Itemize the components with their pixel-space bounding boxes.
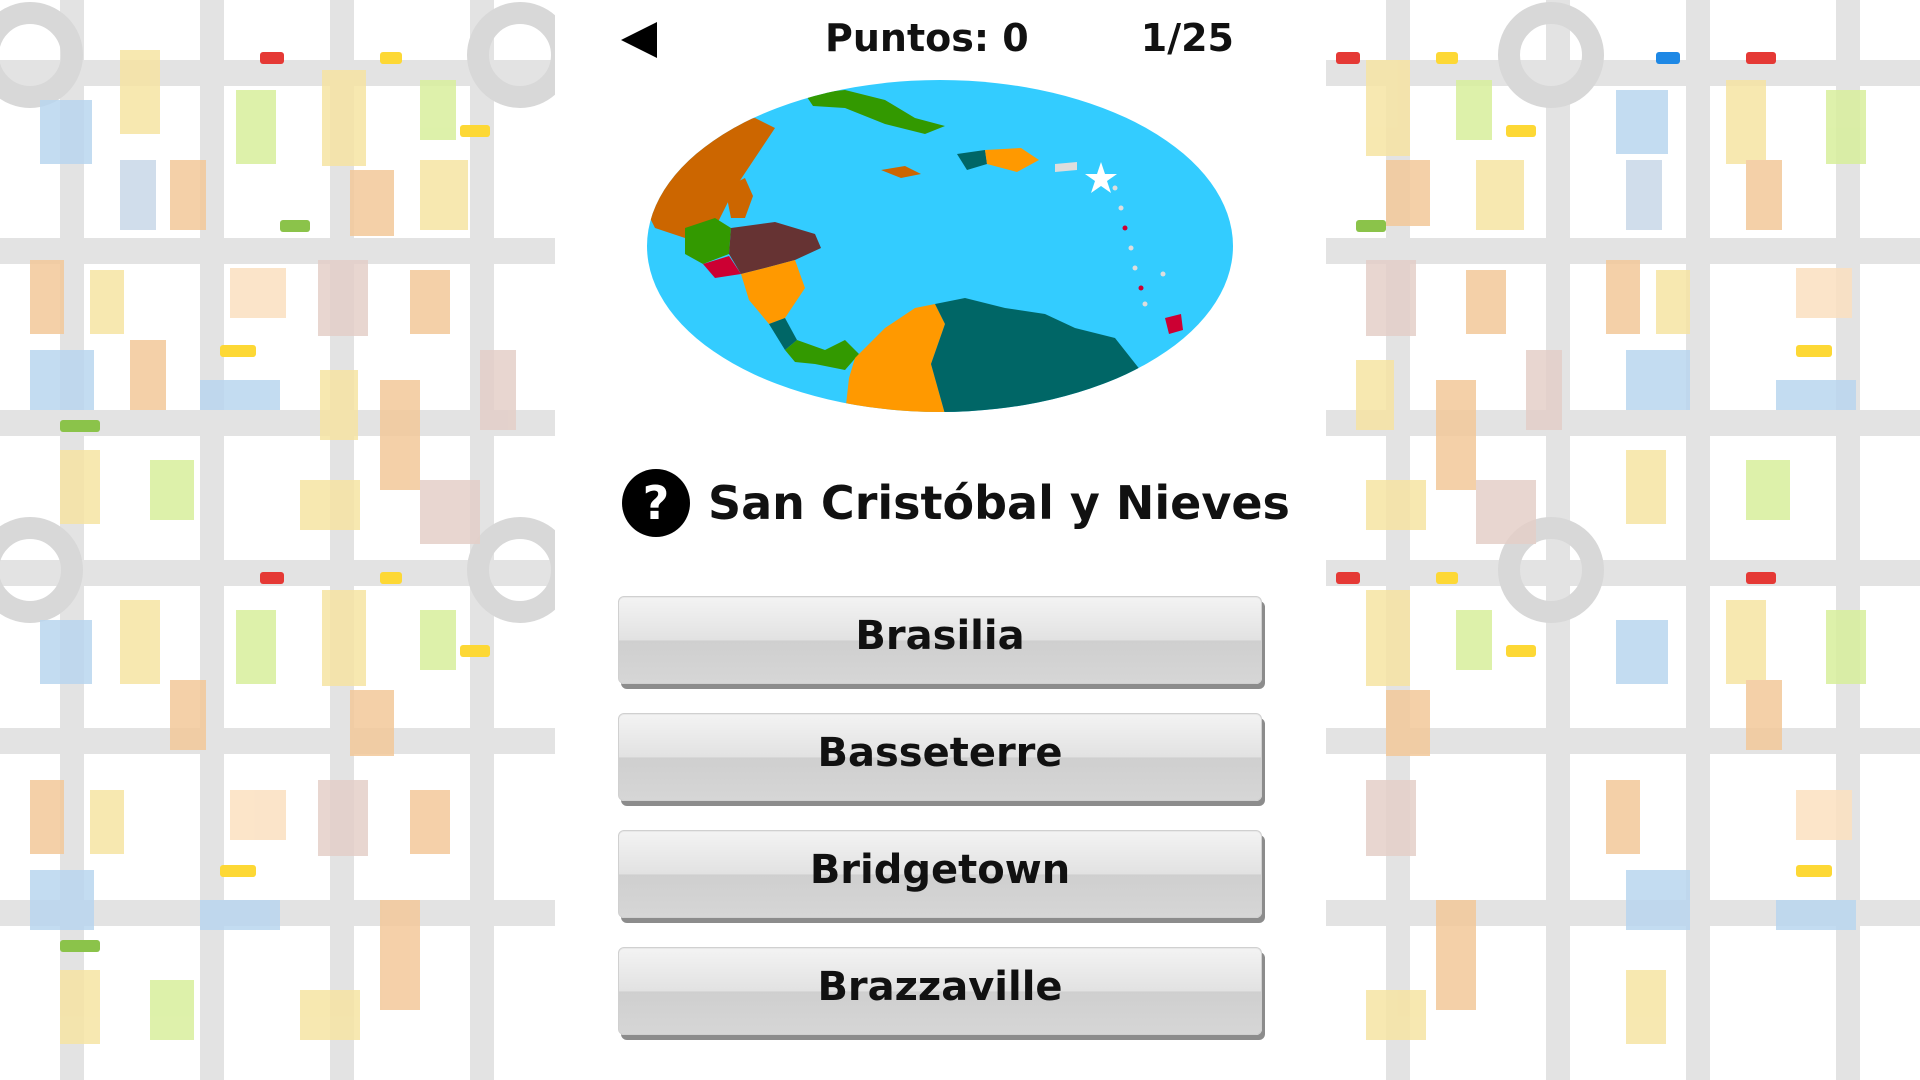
answer-button-2[interactable]: Basseterre [618,713,1262,801]
answer-label: Brasilia [855,613,1025,659]
answer-label: Basseterre [817,730,1063,776]
question-circle-icon: ? [622,469,690,537]
back-button[interactable] [615,18,665,62]
city-background-left [0,0,555,1080]
game-screen: Puntos: 0 1/25 ? San Cristóbal y Nieves … [0,0,1920,1080]
city-background-right [1326,0,1920,1080]
question-country: San Cristóbal y Nieves [708,476,1290,530]
score-label: Puntos: 0 [825,16,1029,60]
svg-text:?: ? [643,476,670,530]
answer-button-4[interactable]: Brazzaville [618,947,1262,1035]
answer-label: Brazzaville [817,964,1063,1010]
answer-label: Bridgetown [809,847,1071,893]
answer-button-3[interactable]: Bridgetown [618,830,1262,918]
question-row: ? San Cristóbal y Nieves [620,465,1290,541]
quiz-panel: Puntos: 0 1/25 ? San Cristóbal y Nieves … [555,0,1326,1080]
back-triangle-icon [621,22,657,58]
progress-counter: 1/25 [1140,16,1234,60]
answer-button-1[interactable]: Brasilia [618,596,1262,684]
region-map [645,78,1235,414]
